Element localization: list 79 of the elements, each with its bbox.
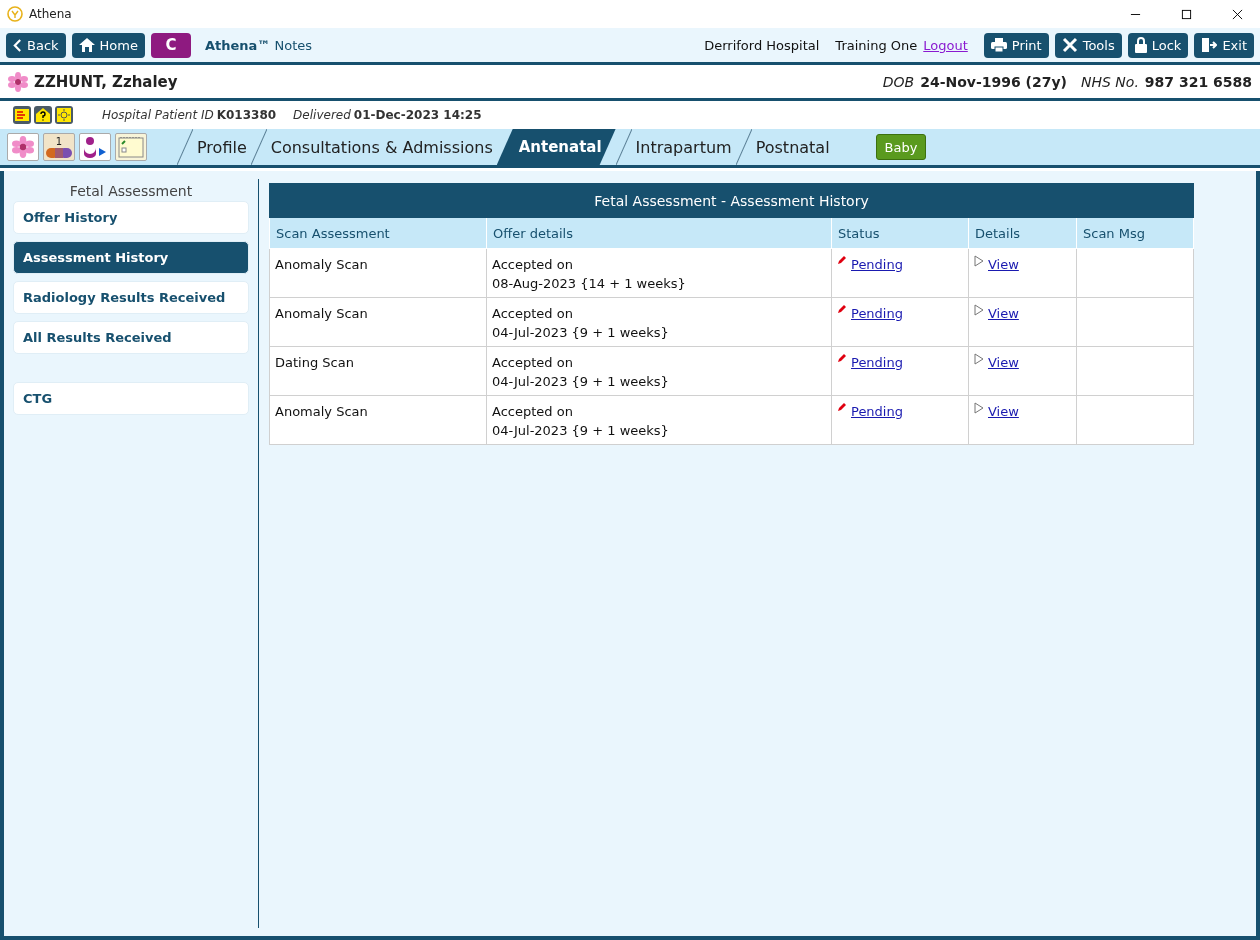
column-header: Scan Msg (1076, 217, 1194, 249)
play-triangle-icon (974, 402, 984, 414)
logout-link[interactable]: Logout (923, 37, 968, 53)
offer-status-text: Accepted on (492, 305, 574, 323)
patient-name: ZZHUNT, Zzhaley (34, 72, 178, 91)
user-name: Training One (835, 37, 918, 53)
nhs-value: 987 321 6588 (1144, 73, 1252, 90)
status-link[interactable]: Pending (851, 255, 903, 274)
offer-status-text: Accepted on (492, 403, 574, 421)
column-header: Offer details (486, 217, 832, 249)
toolbar-button[interactable]: Back (6, 32, 66, 58)
view-link[interactable]: View (988, 353, 1019, 372)
delivered-label: Delivered (293, 108, 351, 122)
dob-label: DOB (882, 73, 915, 90)
pencil-icon (837, 402, 847, 412)
exit-icon (1201, 37, 1218, 53)
app-name: Athena™ Notes (204, 37, 312, 53)
toolbar-button[interactable]: Tools (1054, 32, 1122, 58)
toolbar-button[interactable]: Print (983, 32, 1049, 58)
column-header: Status (831, 217, 969, 249)
toolbar-button[interactable]: Lock (1127, 32, 1189, 58)
medication-shortcut[interactable]: 1 (43, 133, 75, 161)
hospital-id-value: K013380 (216, 108, 277, 122)
table-cell: Dating Scan (269, 346, 487, 396)
help-icon (34, 106, 52, 124)
offer-date-text: 08-Aug-2023 {14 + 1 weeks} (492, 275, 687, 293)
offer-status-text: Accepted on (492, 354, 574, 372)
column-header: Details (968, 217, 1077, 249)
app-logo-icon (7, 6, 23, 22)
offer-date-text: 04-Jul-2023 {9 + 1 weeks} (492, 373, 670, 391)
pill-count: 1 (55, 136, 63, 147)
sidebar-item[interactable]: Radiology Results Received (13, 281, 249, 314)
hospital-id-label: Hospital Patient ID (102, 108, 214, 122)
table-cell: Anomaly Scan (269, 248, 487, 298)
notepad-icon[interactable] (115, 133, 147, 161)
pencil-icon (837, 304, 847, 314)
sidebar-item[interactable]: All Results Received (13, 321, 249, 354)
status-link[interactable]: Pending (851, 402, 903, 421)
pencil-icon (837, 353, 847, 363)
delivered-value: 01-Dec-2023 14:25 (353, 108, 482, 122)
pencil-icon (837, 255, 847, 265)
sun-icon (55, 106, 73, 124)
play-triangle-icon (974, 304, 984, 316)
tools-icon (1061, 37, 1078, 53)
sidebar-item[interactable]: CTG (13, 382, 249, 415)
offer-date-text: 04-Jul-2023 {9 + 1 weeks} (492, 422, 670, 440)
sidebar-title: Fetal Assessment (68, 182, 194, 199)
chevron-left-icon (13, 38, 22, 52)
view-link[interactable]: View (988, 402, 1019, 421)
location-label: Derriford Hospital (704, 37, 820, 53)
offer-status-text: Accepted on (492, 256, 574, 274)
flower-icon (8, 71, 28, 92)
toolbar-button[interactable]: Home (71, 32, 145, 58)
maximize-icon[interactable] (1181, 8, 1192, 20)
nhs-label: NHS No. (1081, 73, 1139, 90)
column-header: Scan Assessment (269, 217, 487, 249)
table-title: Fetal Assessment - Assessment History (269, 183, 1194, 218)
nav-tab[interactable]: Antenatal (496, 129, 616, 165)
dob-value: 24-Nov-1996 (27y) (920, 73, 1067, 90)
sidebar-item[interactable]: Assessment History (13, 241, 249, 274)
home-icon (78, 38, 95, 52)
lock-icon (1134, 37, 1147, 53)
view-link[interactable]: View (988, 304, 1019, 323)
status-link[interactable]: Pending (851, 304, 903, 323)
table-cell: Anomaly Scan (269, 395, 487, 445)
offer-date-text: 04-Jul-2023 {9 + 1 weeks} (492, 324, 670, 342)
sidebar-item[interactable]: Offer History (13, 201, 249, 234)
play-triangle-icon (974, 353, 984, 365)
play-triangle-icon (974, 255, 984, 267)
pill-icon (46, 147, 72, 158)
printer-icon (990, 38, 1007, 52)
status-link[interactable]: Pending (851, 353, 903, 372)
toolbar-button[interactable]: C (150, 32, 191, 58)
flower-shortcut-icon[interactable] (7, 133, 39, 161)
table-cell: Anomaly Scan (269, 297, 487, 347)
toolbar-button[interactable]: Exit (1194, 32, 1254, 58)
view-link[interactable]: View (988, 255, 1019, 274)
window-title: Athena (29, 7, 72, 21)
close-icon[interactable] (1232, 8, 1243, 20)
